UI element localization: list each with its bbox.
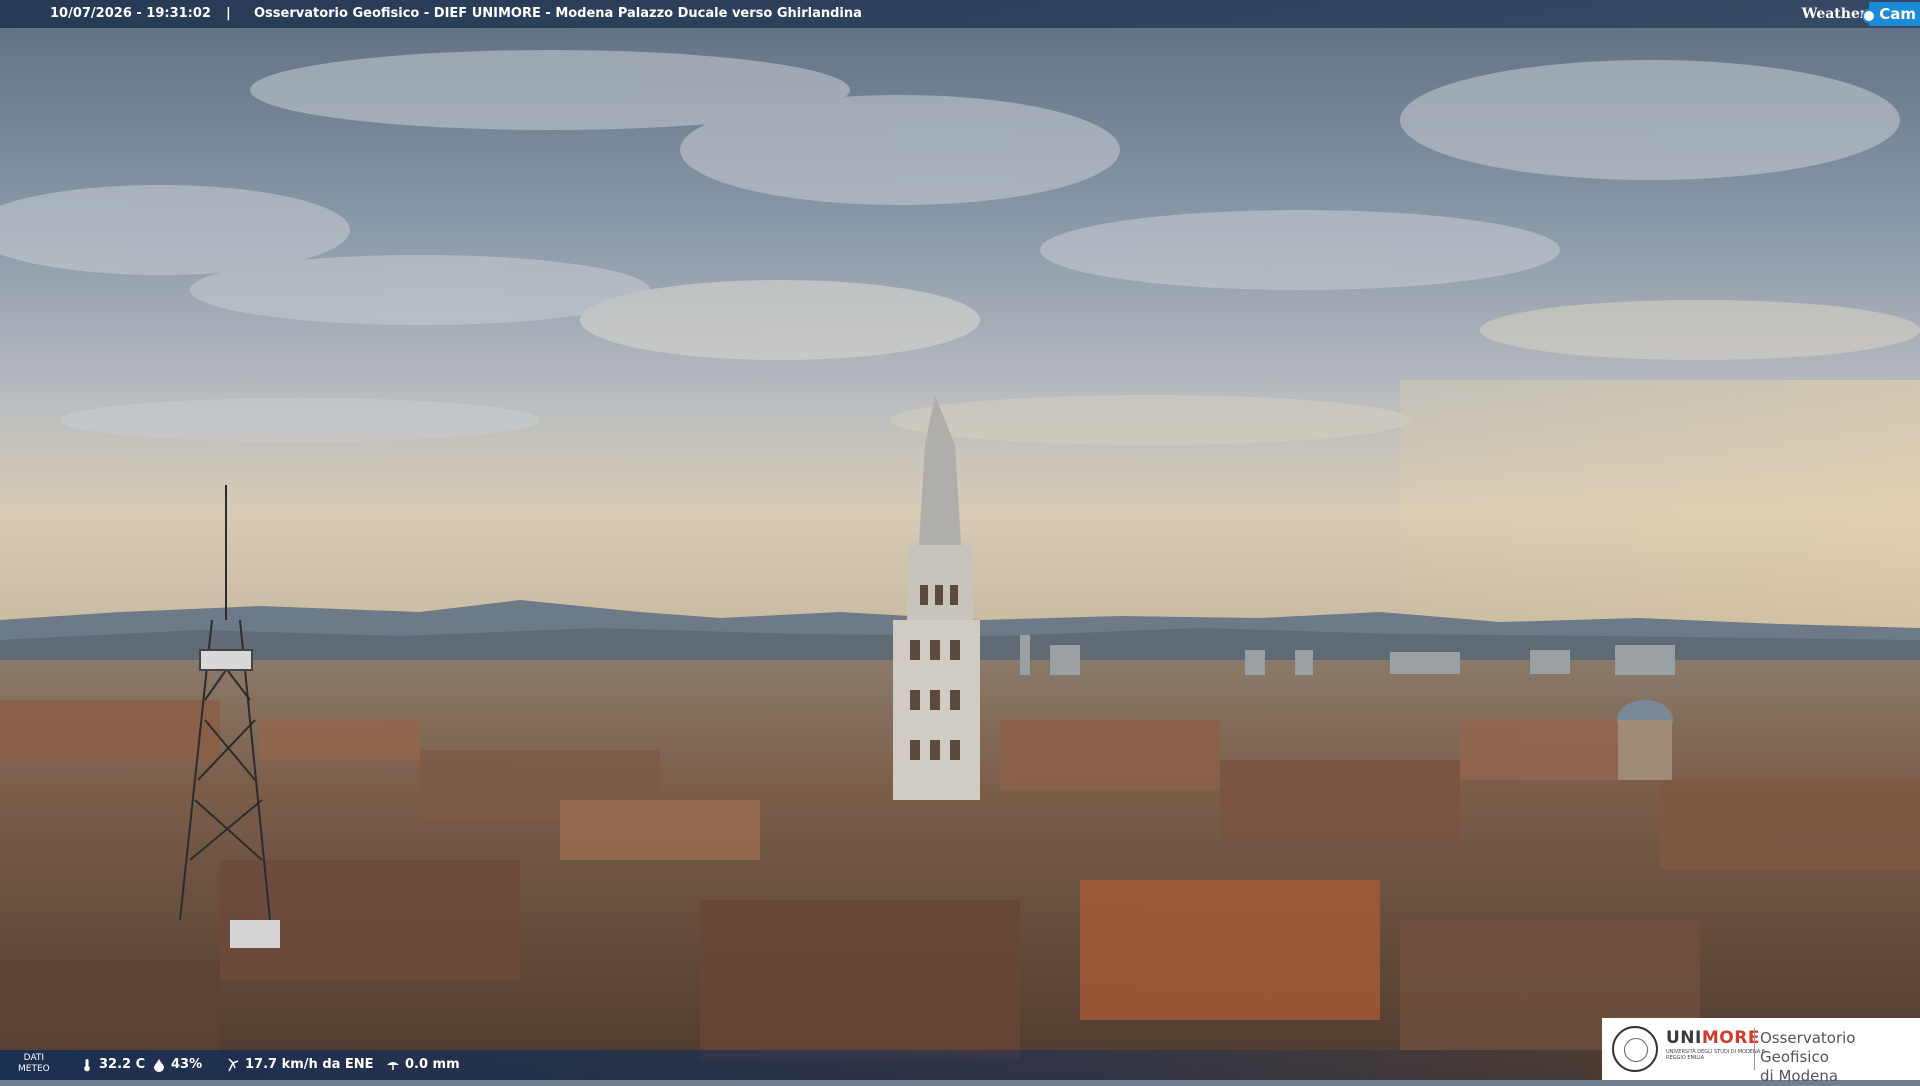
wind-icon — [228, 1057, 239, 1071]
thermometer-icon — [84, 1058, 90, 1071]
rain-readout: 0.0 mm — [386, 1057, 460, 1072]
timestamp: 10/07/2026 - 19:31:02 — [50, 6, 211, 21]
unimore-subtitle: UNIVERSITÀ DEGLI STUDI DI MODENA E REGGI… — [1666, 1049, 1765, 1061]
observatory-name: Osservatorio Geofisico di Modena — [1760, 1029, 1856, 1085]
temperature-readout: 32.2 C — [80, 1057, 145, 1072]
header-separator: | — [226, 6, 231, 21]
humidity-readout: 43% — [152, 1057, 202, 1072]
weathercam-logo: Weather Cam — [1802, 0, 1920, 28]
unimore-name: UNIMORE — [1666, 1028, 1760, 1048]
wind-readout: 17.7 km/h da ENE — [226, 1057, 374, 1072]
logo-divider — [1754, 1028, 1755, 1070]
camera-title: Osservatorio Geofisico - DIEF UNIMORE - … — [254, 6, 862, 21]
university-seal-icon — [1612, 1026, 1658, 1072]
weather-data-bar: DATI METEO 32.2 C 43% 17.7 km/h da ENE 0… — [0, 1050, 1600, 1080]
webcam-scene — [0, 0, 1920, 1080]
rain-gauge-icon — [387, 1061, 399, 1070]
humidity-drop-icon — [154, 1058, 164, 1072]
header-bar: 10/07/2026 - 19:31:02 | Osservatorio Geo… — [0, 0, 1920, 28]
unimore-logo: UNIMORE UNIVERSITÀ DEGLI STUDI DI MODENA… — [1602, 1018, 1920, 1085]
weather-section-label: DATI METEO — [18, 1053, 50, 1074]
